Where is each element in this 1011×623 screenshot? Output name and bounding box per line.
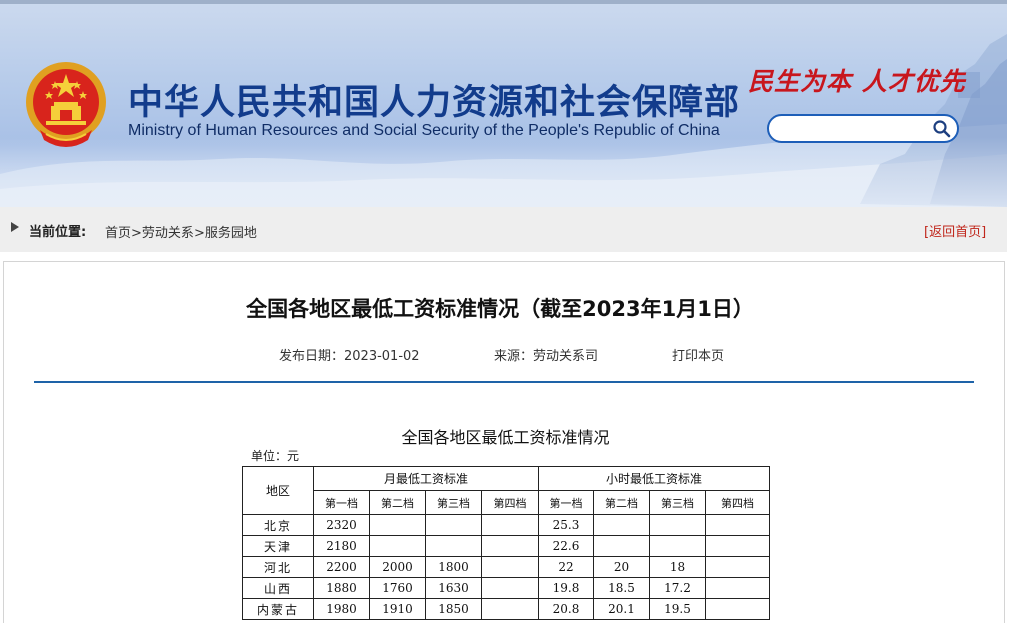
caret-right-icon <box>11 222 19 232</box>
breadcrumb-home[interactable]: 首页 <box>105 226 131 241</box>
breadcrumb: 首页>劳动关系>服务园地 <box>105 222 257 241</box>
minimum-wage-table: 地区 月最低工资标准 小时最低工资标准 第一档 第二档 第三档 第四档 第一档 … <box>242 466 770 620</box>
region-cell: 河北 <box>242 556 314 578</box>
hourly-header: 小时最低工资标准 <box>538 466 770 491</box>
search-icon[interactable] <box>932 119 952 139</box>
monthly-cell: 1630 <box>425 577 482 599</box>
hourly-cell <box>705 535 770 557</box>
hourly-tier-1: 第一档 <box>538 490 594 515</box>
hourly-cell <box>705 514 770 536</box>
publish-date: 发布日期：2023-01-02 <box>279 349 420 364</box>
hourly-cell <box>593 535 650 557</box>
table-row: 山西 1880 1760 1630 19.8 18.5 17.2 <box>242 577 770 599</box>
hourly-cell: 18 <box>649 556 706 578</box>
region-header: 地区 <box>242 466 314 515</box>
monthly-cell <box>425 514 482 536</box>
region-cell: 北京 <box>242 514 314 536</box>
monthly-tier-2: 第二档 <box>369 490 426 515</box>
hourly-cell: 25.3 <box>538 514 594 536</box>
breadcrumb-separator: > <box>131 226 142 241</box>
title-divider <box>34 381 974 383</box>
page: 中华人民共和国人力资源和社会保障部 Ministry of Human Reso… <box>0 0 1011 623</box>
site-banner: 中华人民共和国人力资源和社会保障部 Ministry of Human Reso… <box>0 0 1007 207</box>
monthly-tier-1: 第一档 <box>313 490 370 515</box>
monthly-cell <box>369 514 426 536</box>
monthly-cell: 2000 <box>369 556 426 578</box>
monthly-cell: 1760 <box>369 577 426 599</box>
table-title: 全国各地区最低工资标准情况 <box>401 428 610 447</box>
breadcrumb-separator: > <box>193 226 205 241</box>
article-source: 来源：劳动关系司 <box>494 349 599 364</box>
monthly-cell: 1910 <box>369 598 426 620</box>
site-title-cn: 中华人民共和国人力资源和社会保障部 <box>128 83 741 123</box>
monthly-tier-3: 第三档 <box>425 490 482 515</box>
monthly-cell: 1880 <box>313 577 370 599</box>
breadcrumb-label: 当前位置: <box>29 225 87 240</box>
hourly-cell: 19.5 <box>649 598 706 620</box>
back-home-link[interactable]: [返回首页] <box>924 221 986 240</box>
monthly-cell: 2180 <box>313 535 370 557</box>
table-row: 北京 2320 25.3 <box>242 514 770 536</box>
monthly-cell <box>369 535 426 557</box>
breadcrumb-labor-relations[interactable]: 劳动关系 <box>142 226 194 241</box>
hourly-cell <box>649 535 706 557</box>
hourly-cell <box>649 514 706 536</box>
hourly-cell: 20 <box>593 556 650 578</box>
breadcrumb-service-garden[interactable]: 服务园地 <box>205 226 257 241</box>
site-title-en: Ministry of Human Resources and Social S… <box>128 122 720 139</box>
hourly-cell: 19.8 <box>538 577 594 599</box>
monthly-cell <box>481 535 539 557</box>
hourly-cell <box>705 598 770 620</box>
monthly-header: 月最低工资标准 <box>313 466 539 491</box>
region-cell: 山西 <box>242 577 314 599</box>
slogan: 民生为本 人才优先 <box>748 67 966 96</box>
hourly-cell <box>705 556 770 578</box>
hourly-tier-4: 第四档 <box>705 490 770 515</box>
monthly-cell <box>481 598 539 620</box>
monthly-cell <box>481 514 539 536</box>
monthly-cell: 1850 <box>425 598 482 620</box>
table-row: 天津 2180 22.6 <box>242 535 770 557</box>
hourly-cell: 17.2 <box>649 577 706 599</box>
monthly-cell: 2200 <box>313 556 370 578</box>
monthly-tier-4: 第四档 <box>481 490 539 515</box>
monthly-cell: 1800 <box>425 556 482 578</box>
print-page-link[interactable]: 打印本页 <box>672 345 724 364</box>
cloud-overlay <box>0 137 1007 207</box>
hourly-cell <box>593 514 650 536</box>
article-title: 全国各地区最低工资标准情况（截至2023年1月1日） <box>246 297 754 321</box>
national-emblem-icon <box>26 62 106 147</box>
table-row: 内蒙古 1980 1910 1850 20.8 20.1 19.5 <box>242 598 770 620</box>
hourly-tier-2: 第二档 <box>593 490 650 515</box>
monthly-cell: 1980 <box>313 598 370 620</box>
monthly-cell: 2320 <box>313 514 370 536</box>
monthly-cell <box>425 535 482 557</box>
monthly-cell <box>481 556 539 578</box>
hourly-cell: 22 <box>538 556 594 578</box>
hourly-cell: 20.8 <box>538 598 594 620</box>
table-row: 河北 2200 2000 1800 22 20 18 <box>242 556 770 578</box>
search-box[interactable] <box>767 114 959 143</box>
region-cell: 天津 <box>242 535 314 557</box>
table-unit: 单位：元 <box>251 449 300 463</box>
hourly-cell <box>705 577 770 599</box>
hourly-cell: 18.5 <box>593 577 650 599</box>
monthly-cell <box>481 577 539 599</box>
region-cell: 内蒙古 <box>242 598 314 620</box>
hourly-cell: 22.6 <box>538 535 594 557</box>
hourly-cell: 20.1 <box>593 598 650 620</box>
hourly-tier-3: 第三档 <box>649 490 706 515</box>
